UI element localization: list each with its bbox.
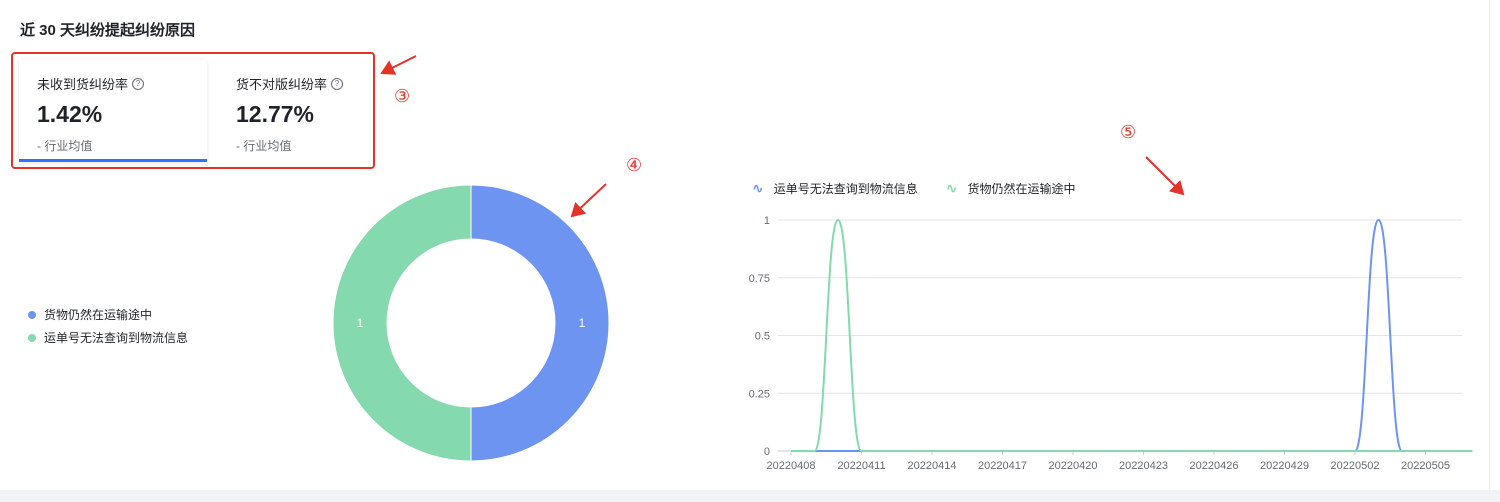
right-border bbox=[1489, 0, 1490, 490]
annotation-number-3: ③ bbox=[394, 86, 411, 106]
x-tick-label: 20220426 bbox=[1190, 460, 1239, 472]
x-tick-label: 20220429 bbox=[1260, 460, 1309, 472]
pie-slice[interactable] bbox=[470, 184, 610, 462]
y-tick-label: 0.5 bbox=[755, 331, 770, 343]
y-tick-label: 1 bbox=[764, 215, 770, 227]
y-tick-label: 0.25 bbox=[749, 388, 770, 400]
legend-line-swatch: ∿ bbox=[752, 180, 764, 196]
x-tick-label: 20220414 bbox=[908, 460, 957, 472]
x-tick-label: 20220505 bbox=[1401, 460, 1450, 472]
pie-slice-label: 1 bbox=[579, 316, 586, 330]
donut-chart: 11 bbox=[332, 184, 610, 462]
section-title: 近 30 天纠纷提起纠纷原因 bbox=[20, 22, 196, 39]
legend-item-no-tracking[interactable]: ∿ 运单号无法查询到物流信息 bbox=[752, 180, 918, 197]
pie-slice-label: 1 bbox=[357, 316, 364, 330]
legend-label: 运单号无法查询到物流信息 bbox=[44, 331, 189, 345]
annotation-number-4: ④ bbox=[626, 155, 643, 175]
pie-legend: 货物仍然在运输途中 运单号无法查询到物流信息 bbox=[28, 303, 188, 349]
annotation-number-5: ⑤ bbox=[1120, 122, 1137, 142]
x-tick-label: 20220411 bbox=[837, 460, 885, 472]
legend-label: 货物仍然在运输途中 bbox=[967, 182, 1076, 196]
line-chart: 0 0.25 0.5 0.75 1 20220408 20220411 20220414 202… bbox=[749, 215, 1473, 472]
dispute-reasons-panel: 近 30 天纠纷提起纠纷原因 未收到货纠纷率 ? 1.42% - 行业均值 货不… bbox=[0, 0, 1500, 502]
x-tick-label: 20220423 bbox=[1119, 460, 1168, 472]
annotation-arrow-5 bbox=[1145, 156, 1185, 196]
legend-label: 运单号无法查询到物流信息 bbox=[773, 182, 918, 196]
bottom-divider bbox=[0, 490, 1500, 502]
x-tick-label: 20220408 bbox=[767, 460, 816, 472]
line-legend: ∿ 运单号无法查询到物流信息 ∿ 货物仍然在运输途中 bbox=[752, 180, 1076, 197]
legend-label: 货物仍然在运输途中 bbox=[44, 308, 153, 322]
y-tick-label: 0 bbox=[764, 446, 770, 458]
legend-line-swatch: ∿ bbox=[945, 180, 958, 196]
legend-item-in-transit[interactable]: 货物仍然在运输途中 bbox=[28, 303, 188, 326]
legend-item-no-tracking[interactable]: 运单号无法查询到物流信息 bbox=[28, 326, 188, 349]
y-tick-label: 0.75 bbox=[749, 273, 770, 285]
x-tick-label: 20220502 bbox=[1331, 460, 1380, 472]
pie-slice[interactable] bbox=[332, 184, 472, 462]
x-tick-label: 20220417 bbox=[978, 460, 1027, 472]
legend-swatch bbox=[28, 310, 36, 319]
x-tick-label: 20220420 bbox=[1049, 460, 1098, 472]
legend-item-in-transit[interactable]: ∿ 货物仍然在运输途中 bbox=[946, 180, 1076, 197]
annotation-box bbox=[11, 52, 375, 169]
legend-swatch bbox=[28, 333, 36, 342]
